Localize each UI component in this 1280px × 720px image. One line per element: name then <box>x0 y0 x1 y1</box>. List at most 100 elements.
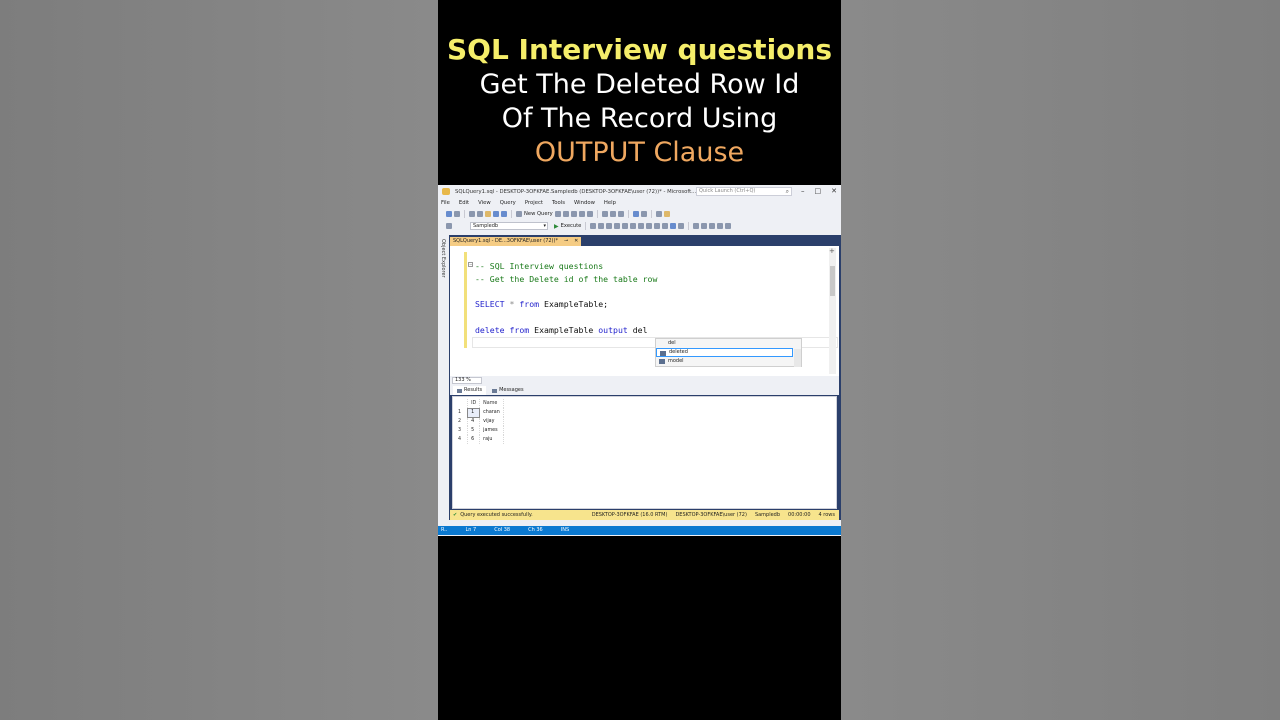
menu-view[interactable]: View <box>478 200 491 206</box>
ssms-logo-icon <box>442 188 450 195</box>
code-typed-text: del <box>627 324 648 335</box>
query-editor[interactable]: − -- SQL Interview questions -- Get the … <box>450 246 839 376</box>
tab-sqlquery1[interactable]: SQLQuery1.sql - DE...3OFKFAE\user (72))*… <box>450 237 582 246</box>
standard-toolbar: New Query <box>438 208 841 220</box>
minimize-icon[interactable]: – <box>801 187 805 195</box>
status-ready: R.. <box>441 527 448 533</box>
dmx-query-icon[interactable] <box>562 211 569 217</box>
background-left <box>0 0 438 720</box>
maximize-icon[interactable]: □ <box>815 187 822 195</box>
intellisense-scrollbar[interactable] <box>794 349 801 367</box>
comment-icon[interactable] <box>693 223 700 229</box>
split-icon[interactable]: + <box>829 248 835 255</box>
save-all-icon[interactable] <box>501 211 507 217</box>
results-text-icon[interactable] <box>662 223 669 229</box>
forward-icon[interactable] <box>454 211 460 217</box>
indent-icon[interactable] <box>717 223 724 229</box>
connect-icon[interactable] <box>446 223 452 229</box>
results-grid-icon[interactable] <box>670 223 677 229</box>
pin-icon[interactable]: ⊸ <box>564 237 568 246</box>
results-file-icon[interactable] <box>678 223 685 229</box>
row-number[interactable]: 3 <box>455 426 469 435</box>
column-header-id[interactable]: ID <box>467 399 481 408</box>
debug-icon[interactable] <box>590 223 597 229</box>
grid-icon <box>457 388 462 393</box>
open-folder-icon[interactable] <box>485 211 491 217</box>
dax-query-icon[interactable] <box>586 211 593 217</box>
tab-messages[interactable]: Messages <box>488 386 528 395</box>
table-cell-id[interactable]: 6 <box>467 435 481 444</box>
intellisense-typed: del <box>668 340 676 346</box>
menu-file[interactable]: File <box>441 200 450 206</box>
zoom-select[interactable]: 133 % <box>452 377 482 384</box>
menu-tools[interactable]: Tools <box>552 200 565 206</box>
table-cell-name[interactable]: james <box>479 426 504 435</box>
table-cell-id[interactable]: 5 <box>467 426 481 435</box>
new-query-button[interactable]: New Query <box>524 211 553 217</box>
cut-icon[interactable] <box>601 211 608 217</box>
specify-values-icon[interactable] <box>725 223 732 229</box>
analysis-query-icon[interactable] <box>578 211 585 217</box>
row-number[interactable]: 4 <box>455 435 469 444</box>
scrollbar-thumb[interactable] <box>830 266 835 296</box>
actual-plan-icon[interactable] <box>638 223 645 229</box>
results-tabs: Results Messages <box>450 385 839 395</box>
table-cell-name[interactable]: raju <box>479 435 504 444</box>
code-text[interactable]: -- SQL Interview questions -- Get the De… <box>475 260 657 337</box>
menu-help[interactable]: Help <box>604 200 616 206</box>
object-explorer-collapsed[interactable]: Object Explorer <box>438 235 449 520</box>
cancel-query-icon[interactable] <box>598 223 605 229</box>
code-comment-2: -- Get the Delete id of the table row <box>475 273 658 284</box>
new-file-icon[interactable] <box>477 211 483 217</box>
menu-query[interactable]: Query <box>500 200 516 206</box>
column-header-name[interactable]: Name <box>479 399 504 408</box>
status-row-count: 4 rows <box>818 512 835 518</box>
uncomment-icon[interactable] <box>701 223 708 229</box>
code-delete-table: ExampleTable <box>529 324 599 335</box>
headline: SQL Interview questions Get The Deleted … <box>438 32 841 170</box>
parse-icon[interactable] <box>606 223 613 229</box>
live-stats-icon[interactable] <box>646 223 653 229</box>
table-row: 1 1 charan <box>455 407 504 418</box>
database-select[interactable]: Sampledb ▾ <box>470 222 548 230</box>
execute-button[interactable]: Execute <box>561 223 582 229</box>
table-cell-id[interactable]: 4 <box>467 417 481 426</box>
menu-project[interactable]: Project <box>525 200 543 206</box>
menu-window[interactable]: Window <box>574 200 595 206</box>
collapse-icon[interactable]: − <box>468 262 473 267</box>
status-line: Ln 7 <box>465 527 477 533</box>
estimated-plan-icon[interactable] <box>614 223 621 229</box>
intellisense-item-deleted[interactable]: deleted <box>656 348 793 357</box>
outdent-icon[interactable] <box>709 223 716 229</box>
find-icon[interactable] <box>663 211 670 217</box>
query-options-icon[interactable] <box>622 223 629 229</box>
row-number[interactable]: 2 <box>455 417 469 426</box>
table-cell-name[interactable]: charan <box>479 408 504 417</box>
table-cell-id[interactable]: 1 <box>467 407 481 418</box>
row-number[interactable]: 1 <box>455 408 469 417</box>
client-stats-icon[interactable] <box>654 223 661 229</box>
background-right <box>841 0 1280 720</box>
new-query-icon[interactable] <box>516 211 522 217</box>
intellisense-item-model[interactable]: model <box>656 357 801 366</box>
editor-scrollbar[interactable]: + <box>829 248 836 374</box>
tab-results[interactable]: Results <box>453 386 487 395</box>
redo-icon[interactable] <box>640 211 647 217</box>
close-tab-icon[interactable]: ✕ <box>574 237 578 246</box>
new-project-icon[interactable] <box>469 211 475 217</box>
search-icon: ⌕ <box>785 188 789 195</box>
save-icon[interactable] <box>493 211 499 217</box>
table-cell-name[interactable]: vijay <box>479 417 504 426</box>
quick-launch-input[interactable]: Quick Launch (Ctrl+Q) ⌕ <box>696 187 792 196</box>
toolbar-separator <box>511 210 512 218</box>
undo-icon[interactable] <box>632 211 639 217</box>
solution-icon[interactable] <box>655 211 662 217</box>
xmla-query-icon[interactable] <box>570 211 577 217</box>
back-icon[interactable] <box>446 211 452 217</box>
menu-edit[interactable]: Edit <box>459 200 469 206</box>
intellisense-icon[interactable] <box>630 223 637 229</box>
close-icon[interactable]: ✕ <box>831 187 837 195</box>
copy-icon[interactable] <box>609 211 616 217</box>
paste-icon[interactable] <box>617 211 624 217</box>
mdx-query-icon[interactable] <box>554 211 561 217</box>
